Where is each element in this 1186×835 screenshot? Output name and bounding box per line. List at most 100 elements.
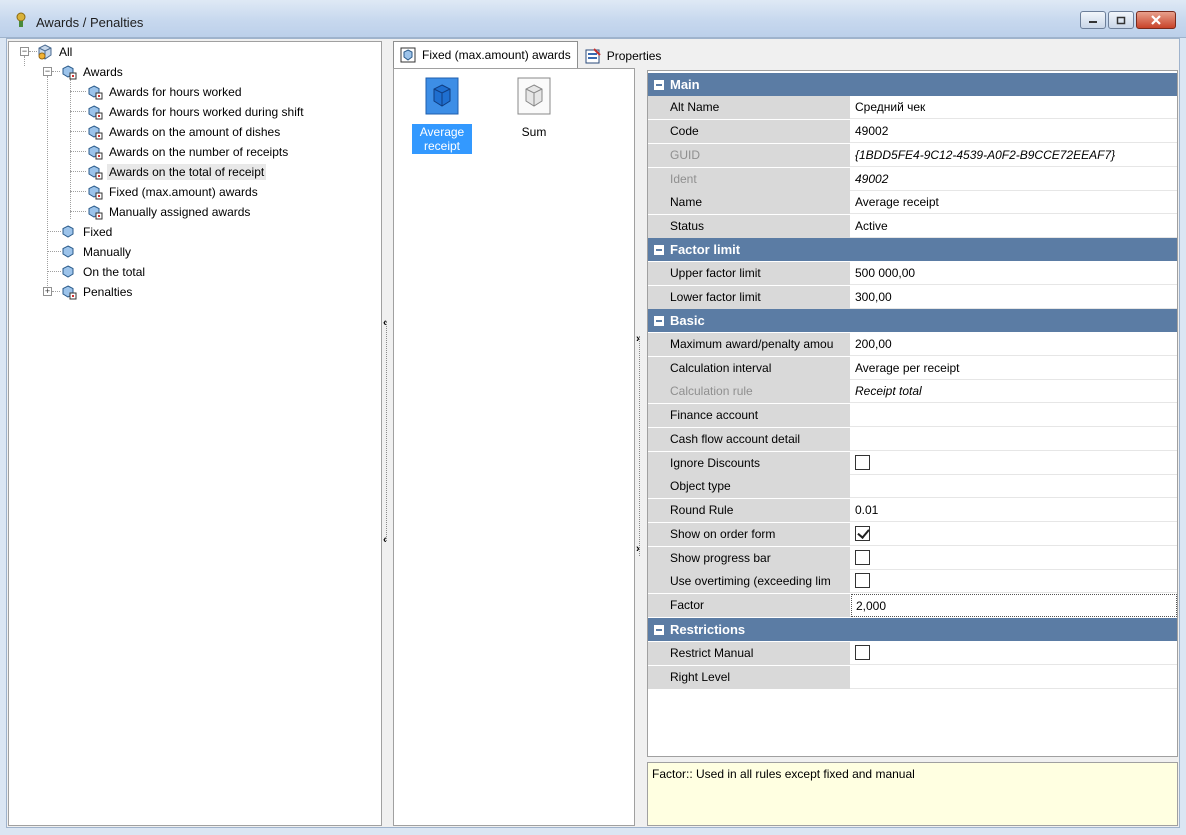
prop-ident: Ident 49002 — [648, 168, 1177, 191]
category-basic[interactable]: Basic — [648, 309, 1177, 332]
status-value[interactable]: Active — [851, 215, 1177, 238]
award-item-icon — [88, 185, 103, 200]
tab-fixed-awards[interactable]: Fixed (max.amount) awards — [393, 41, 578, 68]
finance-account-value[interactable] — [851, 404, 1177, 427]
max-amount-value[interactable]: 200,00 — [851, 333, 1177, 356]
prop-finance-account[interactable]: Finance account — [648, 404, 1177, 427]
property-description: Factor:: Used in all rules except fixed … — [647, 762, 1178, 826]
category-tree[interactable]: − All − Awards Awards for hours worked A… — [8, 41, 382, 826]
category-main[interactable]: Main — [648, 73, 1177, 96]
object-type-value[interactable] — [851, 475, 1177, 498]
show-on-order-form-checkbox[interactable] — [855, 526, 870, 542]
show-progress-bar-checkbox[interactable] — [855, 550, 870, 566]
tree-collapse-awards[interactable]: − — [43, 67, 52, 76]
tree-node-award-item[interactable]: Awards for hours worked during shift — [87, 102, 306, 122]
collapse-icon[interactable] — [654, 79, 664, 90]
award-icon — [16, 12, 26, 27]
penalty-folder-icon — [62, 285, 77, 300]
tree-node-award-item[interactable]: Awards on the amount of dishes — [87, 122, 282, 142]
tree-node-award-item[interactable]: Manually assigned awards — [87, 202, 252, 222]
prop-show-on-order-form[interactable]: Show on order form — [648, 523, 1177, 546]
cash-flow-value[interactable] — [851, 428, 1177, 451]
prop-show-progress-bar[interactable]: Show progress bar — [648, 547, 1177, 570]
tree-expand-penalties[interactable]: + — [43, 287, 52, 296]
collapse-left-arrow-icon[interactable]: ‹ — [383, 534, 387, 546]
items-panel[interactable]: Average receipt Sum — [393, 68, 635, 826]
award-item-icon — [62, 225, 74, 238]
prop-guid: GUID {1BDD5FE4-9C12-4539-A0F2-B9CCE72EEA… — [648, 144, 1177, 167]
prop-name[interactable]: Name Average receipt — [648, 191, 1177, 214]
left-splitter[interactable]: ‹ ‹ — [383, 41, 391, 826]
tree-collapse-all[interactable]: − — [20, 47, 29, 56]
close-button[interactable] — [1136, 11, 1176, 29]
factor-input[interactable]: 2,000 — [851, 594, 1177, 617]
alt-name-value[interactable]: Средний чек — [851, 96, 1177, 119]
prop-calculation-interval[interactable]: Calculation interval Average per receipt — [648, 357, 1177, 380]
upper-factor-limit-value[interactable]: 500 000,00 — [851, 262, 1177, 285]
collapse-icon[interactable] — [654, 624, 664, 635]
award-item-icon — [400, 47, 416, 63]
maximize-icon — [1116, 16, 1126, 24]
award-folder-icon — [62, 65, 77, 80]
lower-factor-limit-value[interactable]: 300,00 — [851, 286, 1177, 309]
tree-node-award-item[interactable]: Fixed (max.amount) awards — [87, 182, 260, 202]
name-value[interactable]: Average receipt — [851, 191, 1177, 214]
prop-factor[interactable]: Factor 2,000 — [648, 594, 1177, 617]
award-item-icon — [88, 105, 103, 120]
prop-right-level[interactable]: Right Level — [648, 666, 1177, 689]
item-sum[interactable]: Sum — [504, 77, 564, 140]
collapse-icon[interactable] — [654, 315, 664, 326]
award-item-icon — [62, 245, 74, 258]
tree-node-award-item-selected[interactable]: Awards on the total of receipt — [87, 162, 267, 182]
award-item-icon — [88, 85, 103, 100]
tree-node-manually[interactable]: Manually — [61, 242, 133, 262]
maximize-button[interactable] — [1108, 11, 1134, 29]
prop-max-amount[interactable]: Maximum award/penalty amou 200,00 — [648, 333, 1177, 356]
code-value[interactable]: 49002 — [851, 120, 1177, 143]
restrict-manual-checkbox[interactable] — [855, 645, 870, 661]
tree-node-awards[interactable]: Awards — [61, 62, 125, 82]
collapse-left-arrow-icon[interactable]: ‹ — [383, 317, 387, 329]
properties-icon — [585, 47, 601, 63]
prop-status[interactable]: Status Active — [648, 215, 1177, 238]
tree-node-award-item[interactable]: Awards on the number of receipts — [87, 142, 290, 162]
tree-node-penalties[interactable]: Penalties — [61, 282, 134, 302]
item-average-receipt[interactable]: Average receipt — [412, 77, 472, 154]
prop-alt-name[interactable]: Alt Name Средний чек — [648, 96, 1177, 119]
prop-upper-factor-limit[interactable]: Upper factor limit 500 000,00 — [648, 262, 1177, 285]
prop-round-rule[interactable]: Round Rule 0.01 — [648, 499, 1177, 522]
property-grid[interactable]: Main Alt Name Средний чек Code 49002 GUI… — [647, 70, 1178, 757]
collapse-right-arrow-icon[interactable]: › — [636, 333, 640, 345]
category-restrictions[interactable]: Restrictions — [648, 618, 1177, 641]
category-factor-limit[interactable]: Factor limit — [648, 238, 1177, 261]
tree-node-award-item[interactable]: Awards for hours worked — [87, 82, 244, 102]
prop-lower-factor-limit[interactable]: Lower factor limit 300,00 — [648, 286, 1177, 309]
tree-node-on-total[interactable]: On the total — [61, 262, 147, 282]
tab-properties[interactable]: Properties — [578, 43, 669, 68]
prop-code[interactable]: Code 49002 — [648, 120, 1177, 143]
award-item-icon — [88, 145, 103, 160]
calculation-rule-value: Receipt total — [855, 384, 922, 398]
use-overtiming-checkbox[interactable] — [855, 573, 870, 589]
prop-restrict-manual[interactable]: Restrict Manual — [648, 642, 1177, 665]
award-item-large-icon — [517, 77, 551, 115]
ident-value: 49002 — [855, 172, 889, 186]
round-rule-value[interactable]: 0.01 — [851, 499, 1177, 522]
prop-calculation-rule: Calculation rule Receipt total — [648, 380, 1177, 403]
award-item-icon — [88, 165, 103, 180]
prop-cash-flow-account[interactable]: Cash flow account detail — [648, 428, 1177, 451]
calculation-interval-value[interactable]: Average per receipt — [851, 357, 1177, 380]
ignore-discounts-checkbox[interactable] — [855, 455, 870, 471]
collapse-icon[interactable] — [654, 244, 664, 255]
tree-node-all[interactable]: All — [37, 42, 74, 62]
right-splitter[interactable]: › › — [636, 68, 644, 826]
prop-use-overtiming[interactable]: Use overtiming (exceeding lim — [648, 570, 1177, 593]
prop-object-type[interactable]: Object type — [648, 475, 1177, 498]
minimize-button[interactable] — [1080, 11, 1106, 29]
bottom-edge — [0, 828, 1186, 835]
prop-ignore-discounts[interactable]: Ignore Discounts — [648, 452, 1177, 475]
collapse-right-arrow-icon[interactable]: › — [636, 543, 640, 555]
right-level-value[interactable] — [851, 666, 1177, 689]
guid-value: {1BDD5FE4-9C12-4539-A0F2-B9CCE72EEAF7} — [855, 148, 1116, 162]
tree-node-fixed[interactable]: Fixed — [61, 222, 114, 242]
